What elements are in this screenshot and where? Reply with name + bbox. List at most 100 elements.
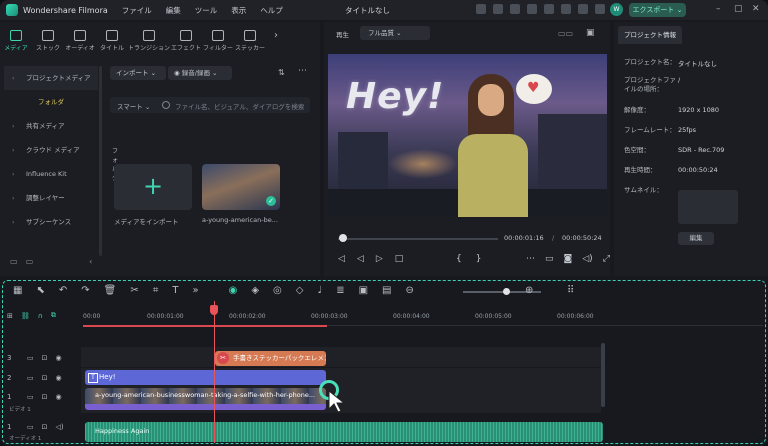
zoom-out-icon[interactable]: ⊖ [405,285,413,296]
save-icon[interactable] [527,4,537,14]
tab-stock[interactable]: ストック [32,22,64,60]
folder-icon[interactable]: ▭ [27,423,34,431]
link-icon[interactable]: ⛓ [21,312,30,320]
tab-effects[interactable]: エフェクト [170,22,202,60]
camera-icon[interactable]: ◙ [564,254,573,264]
select-tool-icon[interactable]: ⬉ [36,285,44,296]
lock-icon[interactable]: ⊡ [42,354,48,362]
folder-icon[interactable]: ▭ [27,374,34,382]
fullscreen-icon[interactable]: ⤢ [603,254,610,264]
lightbulb-icon[interactable] [493,4,503,14]
time-ruler[interactable]: 00:00 00:00:01:00 00:00:02:00 00:00:03:0… [83,311,763,326]
menu-edit[interactable]: 編集 [166,5,181,16]
zoom-in-icon[interactable]: ⊕ [525,285,533,296]
tab-stickers[interactable]: ステッカー [234,22,266,60]
eye-icon[interactable]: ◉ [56,374,62,382]
delete-icon[interactable]: 🗑 [104,285,117,296]
more-tools-icon[interactable]: » [192,285,198,296]
zoom-slider-handle[interactable] [503,288,510,295]
tab-media[interactable]: メディア [0,22,32,60]
eye-icon[interactable]: ◉ [56,354,62,362]
folder-icon[interactable]: ▭ [26,257,34,266]
play-icon[interactable]: ▷ [376,254,383,264]
previous-frame-icon[interactable]: ◁ [338,254,345,264]
import-dropdown[interactable]: インポート ⌄ [110,66,166,80]
menu-file[interactable]: ファイル [122,5,152,16]
microphone-icon[interactable]: ♩ [317,285,322,296]
export-button[interactable]: エクスポート ⌄ [629,3,686,17]
nav-folder[interactable]: フォルダ [4,90,98,114]
edit-thumbnail-button[interactable]: 編集 [678,232,714,245]
undo-icon[interactable]: ↶ [59,285,67,296]
layout-icon[interactable]: ▦ [13,285,22,296]
import-media-card[interactable]: + [114,164,192,210]
crop-icon[interactable]: ⌗ [153,285,159,296]
stop-icon[interactable]: □ [395,254,404,264]
tab-transitions[interactable]: トランジション [128,22,170,60]
lock-icon[interactable]: ⊡ [42,374,48,382]
ai-tool-icon[interactable]: ◉ [229,285,238,296]
menu-help[interactable]: ヘルプ [260,5,283,16]
cloud-upload-icon[interactable] [544,4,554,14]
quality-dropdown[interactable]: フル品質 ⌄ [360,26,430,40]
nav-scrollbar[interactable] [99,66,102,256]
mark-in-icon[interactable]: { [456,254,462,264]
compare-view-icon[interactable]: ▭▭ [558,29,573,38]
monitor-icon[interactable] [510,4,520,14]
redo-icon[interactable]: ↷ [81,285,89,296]
sticker-clip[interactable]: ✂ 手書きステッカーパックエレメン... [215,351,326,366]
nav-project-media[interactable]: プロジェクトメディア [4,66,98,90]
search-input[interactable]: ファイル名、ビジュアル、ダイアログを検索 [175,101,304,111]
tab-audio[interactable]: オーディオ [64,22,96,60]
audio-clip[interactable]: Happiness Again [85,422,603,442]
lock-icon[interactable]: ⊡ [42,423,48,431]
add-track-icon[interactable]: ⊞ [7,312,13,320]
marker-icon[interactable]: ◎ [273,285,282,296]
more-icon[interactable]: ⋯ [526,254,535,264]
playhead-line[interactable] [214,301,215,443]
speaker-icon[interactable]: ◁) [56,423,64,431]
send-icon[interactable] [476,4,486,14]
keyframe-icon[interactable]: ◇ [296,285,304,296]
lock-icon[interactable]: ⊡ [42,393,48,401]
mark-out-icon[interactable]: } [476,254,482,264]
search-mode-dropdown[interactable]: スマート ⌄ [117,101,150,111]
display-icon[interactable]: ▭ [545,254,554,264]
project-info-tab[interactable]: プロジェクト情報 [618,26,682,44]
video-clip[interactable]: a-young-american-businesswoman-taking-a-… [85,388,326,410]
folder-icon[interactable]: ▭ [27,393,34,401]
playback-progress-handle[interactable] [338,234,347,242]
timeline-scrollbar[interactable] [601,343,605,407]
tab-filters[interactable]: フィルター [202,22,234,60]
menu-view[interactable]: 表示 [231,5,246,16]
nav-influence-kit[interactable]: Influence Kit [4,162,98,186]
minimize-icon[interactable]: – [716,4,721,14]
work-area-range[interactable] [83,325,327,327]
more-options-icon[interactable]: ⋯ [298,66,307,76]
new-folder-icon[interactable]: ▭ [10,257,18,266]
tab-titles[interactable]: タイトル [96,22,128,60]
video-preview[interactable]: Hey! ♥ [328,54,607,217]
title-clip[interactable]: T Hey! [85,370,326,385]
avatar[interactable]: W [610,3,623,16]
ripple-icon[interactable]: ⧉ [51,311,56,320]
support-icon[interactable] [561,4,571,14]
collapse-icon[interactable]: ‹ [89,257,92,266]
auto-reframe-icon[interactable]: ◈ [251,285,259,296]
nav-subsequence[interactable]: サブシーケンス [4,210,98,234]
nav-cloud-media[interactable]: クラウド メディア [4,138,98,162]
render-icon[interactable]: ▤ [382,285,391,296]
text-tool-icon[interactable]: T [172,285,178,296]
menu-tools[interactable]: ツール [195,5,218,16]
maximize-icon[interactable]: ▢ [734,4,743,14]
cut-icon[interactable]: ✂ [130,285,138,296]
eye-icon[interactable]: ◉ [56,393,62,401]
tabs-more-chevron-icon[interactable]: › [266,22,286,60]
play-back-icon[interactable]: ◁ [357,254,364,264]
media-thumbnail[interactable]: ✓ [202,164,280,210]
grid-icon[interactable] [578,4,588,14]
snapshot-view-icon[interactable]: ▣ [586,28,595,38]
filter-sort-icon[interactable]: ⇅ [278,68,285,77]
volume-icon[interactable]: ◁) [582,254,592,264]
playback-progress-track[interactable] [338,238,498,240]
